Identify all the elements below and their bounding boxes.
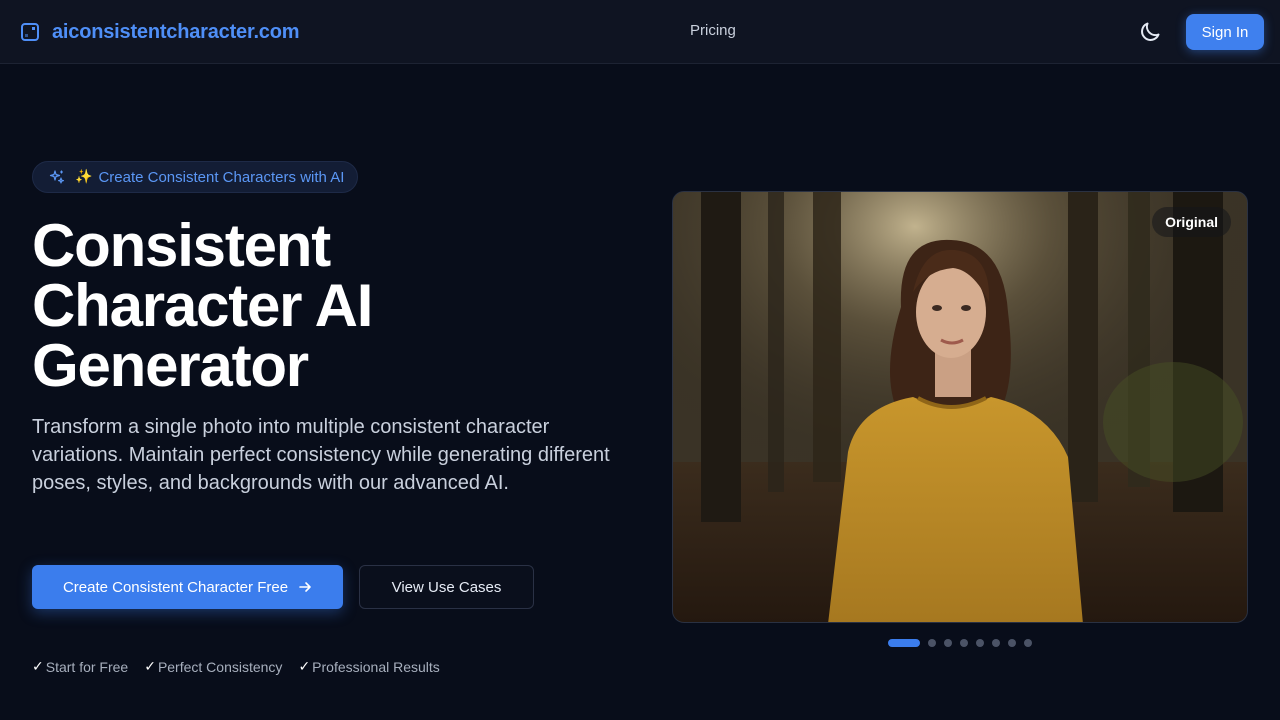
- top-navbar: aiconsistentcharacter.com Pricing Sign I…: [0, 0, 1280, 64]
- image-label-badge: Original: [1152, 207, 1231, 237]
- sparkles-icon: [49, 170, 65, 184]
- hero-title-line: Consistent: [32, 212, 331, 279]
- carousel-dot[interactable]: [960, 639, 968, 647]
- carousel-dot[interactable]: [888, 639, 920, 647]
- portrait-illustration: [673, 192, 1247, 622]
- carousel-dot[interactable]: [976, 639, 984, 647]
- hero-title-line: Character AI: [32, 272, 373, 339]
- arrow-right-icon: [299, 582, 311, 592]
- carousel-indicators: [888, 639, 1032, 647]
- feature-list: ✓ Start for Free ✓ Perfect Consistency ✓…: [32, 657, 440, 677]
- view-use-cases-button[interactable]: View Use Cases: [359, 565, 534, 609]
- carousel-dot[interactable]: [944, 639, 952, 647]
- hero-description: Transform a single photo into multiple c…: [32, 416, 610, 494]
- hero-badge: ✨ Create Consistent Characters with AI: [32, 161, 358, 193]
- carousel-dot[interactable]: [928, 639, 936, 647]
- carousel-dot[interactable]: [1024, 639, 1032, 647]
- hero-title-line: Generator: [32, 332, 309, 399]
- logo-square-icon: [21, 23, 39, 41]
- logo-text: aiconsistentcharacter.com: [52, 20, 300, 43]
- nav-link-pricing[interactable]: Pricing: [690, 22, 736, 39]
- sparkles-emoji: ✨: [75, 169, 93, 185]
- feature-item: ✓ Start for Free: [32, 657, 128, 677]
- view-use-cases-label: View Use Cases: [391, 578, 502, 596]
- check-icon: ✓: [298, 659, 311, 675]
- check-icon: ✓: [32, 659, 44, 675]
- moon-icon[interactable]: [1138, 20, 1162, 44]
- check-icon: ✓: [144, 659, 156, 675]
- feature-label: Professional Results: [312, 659, 440, 675]
- feature-item: ✓ Perfect Consistency: [144, 657, 282, 677]
- site-logo[interactable]: aiconsistentcharacter.com: [20, 20, 300, 44]
- feature-label: Perfect Consistency: [157, 659, 283, 675]
- create-character-label: Create Consistent Character Free: [62, 578, 289, 596]
- carousel-dot[interactable]: [992, 639, 1000, 647]
- feature-item: ✓ Professional Results: [298, 657, 439, 677]
- feature-label: Start for Free: [45, 659, 129, 675]
- create-character-button[interactable]: Create Consistent Character Free: [32, 565, 343, 609]
- badge-text: Create Consistent Characters with AI: [98, 168, 345, 186]
- carousel-dot[interactable]: [1008, 639, 1016, 647]
- sign-in-button[interactable]: Sign In: [1186, 14, 1264, 50]
- hero-title: Consistent Character AI Generator: [32, 216, 592, 396]
- character-showcase-image: Original: [672, 191, 1248, 623]
